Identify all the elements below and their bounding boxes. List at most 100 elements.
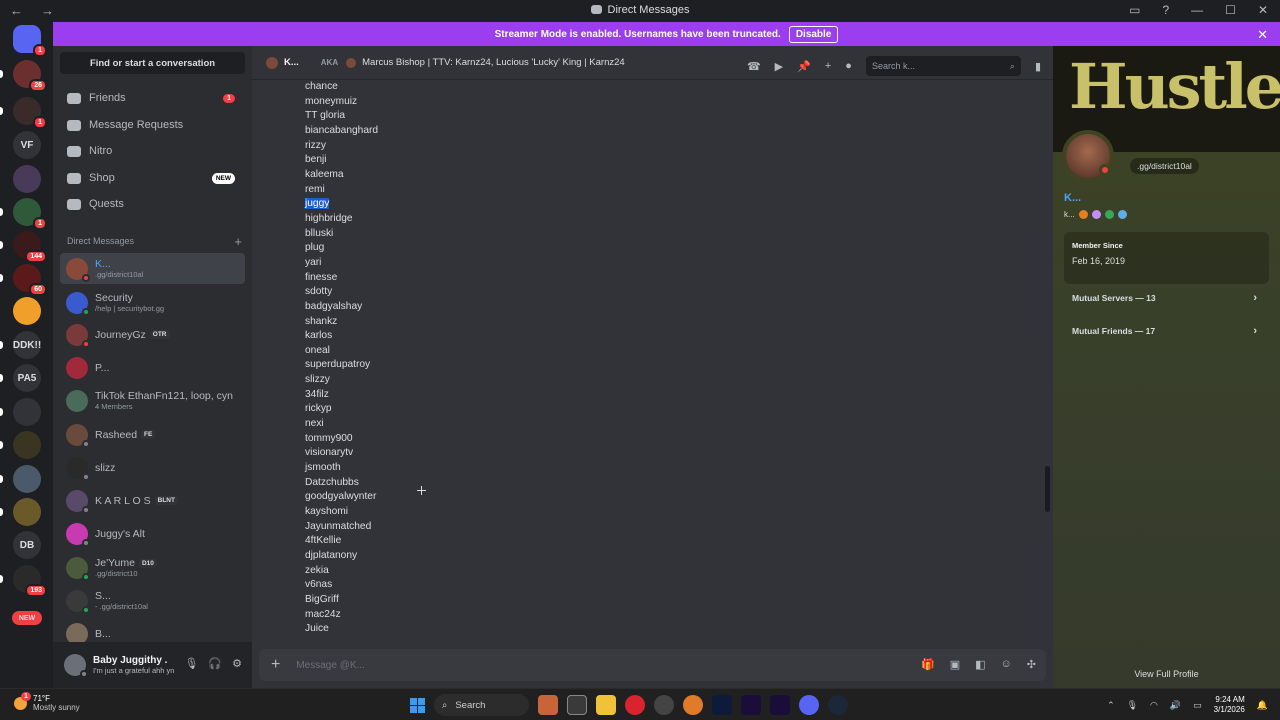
dm-item[interactable]: P...	[60, 352, 245, 383]
dm-item[interactable]: TikTok EthanFn121, loop, cyn 4 Members	[60, 385, 245, 416]
server-label: DDK!!	[12, 339, 42, 351]
pin-icon[interactable]: 📌	[797, 60, 811, 73]
microphone-tray-icon[interactable]: 🎙	[1127, 700, 1138, 711]
dm-item[interactable]: JourneyGz OTR	[60, 319, 245, 350]
opera-icon[interactable]	[625, 695, 645, 715]
nav-item-quests[interactable]: Quests	[60, 192, 245, 216]
voice-call-icon[interactable]: ☎	[747, 60, 761, 73]
weather-badge: 1	[21, 691, 31, 701]
mutual-servers-row[interactable]: Mutual Servers — 13 ›	[1064, 283, 1269, 313]
message-text: plug	[305, 242, 325, 254]
add-friends-icon[interactable]: +	[825, 60, 831, 72]
server-icon[interactable]: 1	[13, 198, 47, 230]
server-icon[interactable]	[13, 498, 41, 526]
settings-gear-icon[interactable]: ⚙	[232, 657, 242, 670]
create-dm-icon[interactable]: +	[234, 234, 242, 249]
windows-start-icon[interactable]	[410, 697, 425, 713]
search-input[interactable]: Search k... ⌕	[865, 56, 1021, 76]
disable-button[interactable]: Disable	[788, 25, 839, 43]
emoji-icon[interactable]: ☺	[1001, 658, 1012, 671]
microphone-icon[interactable]: 🎙	[184, 657, 198, 670]
server-icon[interactable]	[13, 165, 41, 193]
steam-icon[interactable]	[828, 695, 848, 715]
mutual-friends-row[interactable]: Mutual Friends — 17 ›	[1064, 316, 1269, 346]
dm-item[interactable]: S... - .gg/district10al	[60, 585, 245, 616]
inbox-bookmark-icon[interactable]: ▮	[1035, 60, 1041, 73]
widgets-app-icon[interactable]	[538, 695, 558, 715]
chat-header-user[interactable]: K...	[266, 56, 299, 69]
after-effects-icon[interactable]	[770, 695, 790, 715]
dm-item[interactable]: slizz	[60, 452, 245, 483]
notifications-bell-icon[interactable]: 🔔	[1257, 700, 1268, 711]
server-icon[interactable]: 26	[13, 60, 47, 92]
view-full-profile-link[interactable]: View Full Profile	[1053, 669, 1280, 679]
server-icon[interactable]: 144	[13, 231, 47, 263]
apps-icon[interactable]: ✣	[1027, 658, 1036, 671]
file-explorer-icon[interactable]	[596, 695, 616, 715]
message-text: Jayunmatched	[305, 520, 372, 532]
server-icon[interactable]	[13, 297, 41, 325]
dm-item[interactable]: Je'Yume D10 .gg/district10	[60, 552, 245, 583]
nav-item-message-requests[interactable]: Message Requests	[60, 113, 245, 137]
find-conversation-button[interactable]: Find or start a conversation	[60, 52, 245, 74]
dm-item[interactable]: Juggy's Alt	[60, 518, 245, 549]
browser-icon[interactable]	[683, 695, 703, 715]
obs-icon[interactable]	[654, 695, 674, 715]
sticker-icon[interactable]: ◧	[975, 658, 985, 671]
dm-item[interactable]: K A R L O S BLNT	[60, 485, 245, 516]
maximize-button[interactable]: ☐	[1225, 3, 1236, 17]
task-view-icon[interactable]	[567, 695, 587, 715]
server-icon[interactable]	[13, 465, 41, 493]
server-badge: 193	[25, 584, 47, 597]
server-icon[interactable]: DB	[13, 531, 41, 559]
server-icon[interactable]: PA5	[13, 364, 41, 392]
volume-icon[interactable]: 🔊	[1170, 700, 1181, 711]
window-titlebar: ← → Direct Messages ▭ ? — ☐ ✕	[0, 0, 1280, 21]
nav-item-friends[interactable]: Friends 1	[60, 86, 245, 110]
message-composer[interactable]: + Message @K... 🎁 ▣ ◧ ☺ ✣	[259, 649, 1046, 681]
server-icon[interactable]	[13, 431, 41, 459]
chevron-up-icon[interactable]: ⌃	[1107, 700, 1115, 711]
user-avatar[interactable]	[64, 654, 88, 678]
help-icon[interactable]: ?	[1162, 3, 1169, 17]
message-text: v6nas	[305, 579, 333, 591]
photoshop-icon[interactable]	[712, 695, 732, 715]
server-icon[interactable]: DDK!!	[13, 331, 41, 359]
taskbar-search[interactable]: ⌕ Search	[434, 694, 529, 716]
battery-icon[interactable]: ▭	[1193, 700, 1202, 711]
server-icon[interactable]: 60	[13, 264, 47, 296]
premiere-icon[interactable]	[741, 695, 761, 715]
discord-taskbar-icon[interactable]	[799, 695, 819, 715]
server-icon[interactable]: 193	[13, 565, 47, 597]
scrollbar[interactable]	[1045, 466, 1050, 512]
close-banner-icon[interactable]: ✕	[1257, 27, 1268, 43]
attach-plus-icon[interactable]: +	[271, 656, 280, 674]
user-profile-icon[interactable]: ●	[845, 60, 852, 72]
dm-item[interactable]: Security/help | securitybot.gg	[60, 287, 245, 318]
aka-names: Marcus Bishop | TTV: Karnz24, Lucious 'L…	[346, 57, 625, 68]
server-icon[interactable]: 1	[13, 97, 47, 129]
wifi-icon[interactable]: ◠	[1150, 700, 1158, 711]
dm-item[interactable]: K... .gg/district10al	[60, 253, 245, 284]
minimize-button[interactable]: —	[1191, 3, 1203, 17]
clock[interactable]: 9:24 AM 3/1/2026	[1214, 695, 1245, 715]
server-icon[interactable]: NEW	[12, 611, 42, 625]
dm-item[interactable]: Rasheed FE	[60, 419, 245, 450]
unread-pill	[0, 508, 3, 516]
dm-subtext: .gg/district10	[95, 569, 138, 578]
gif-icon[interactable]: ▣	[950, 658, 960, 671]
weather-widget[interactable]: 1 71°F Mostly sunny	[14, 691, 80, 712]
headphones-icon[interactable]: 🎧	[208, 657, 222, 670]
nav-item-nitro[interactable]: Nitro	[60, 139, 245, 163]
nav-item-shop[interactable]: Shop NEW	[60, 166, 245, 190]
message-text: moneymuiz	[305, 95, 358, 107]
server-icon[interactable]: VF	[13, 131, 41, 159]
gift-icon[interactable]: 🎁	[921, 658, 935, 671]
close-window-button[interactable]: ✕	[1258, 3, 1268, 17]
home-discord-button[interactable]: 1	[13, 25, 47, 57]
profile-avatar[interactable]	[1062, 130, 1114, 182]
message-text: blluski	[305, 227, 334, 239]
server-icon[interactable]	[13, 398, 41, 426]
video-call-icon[interactable]: ▶	[775, 60, 783, 73]
inbox-icon[interactable]: ▭	[1129, 3, 1140, 17]
